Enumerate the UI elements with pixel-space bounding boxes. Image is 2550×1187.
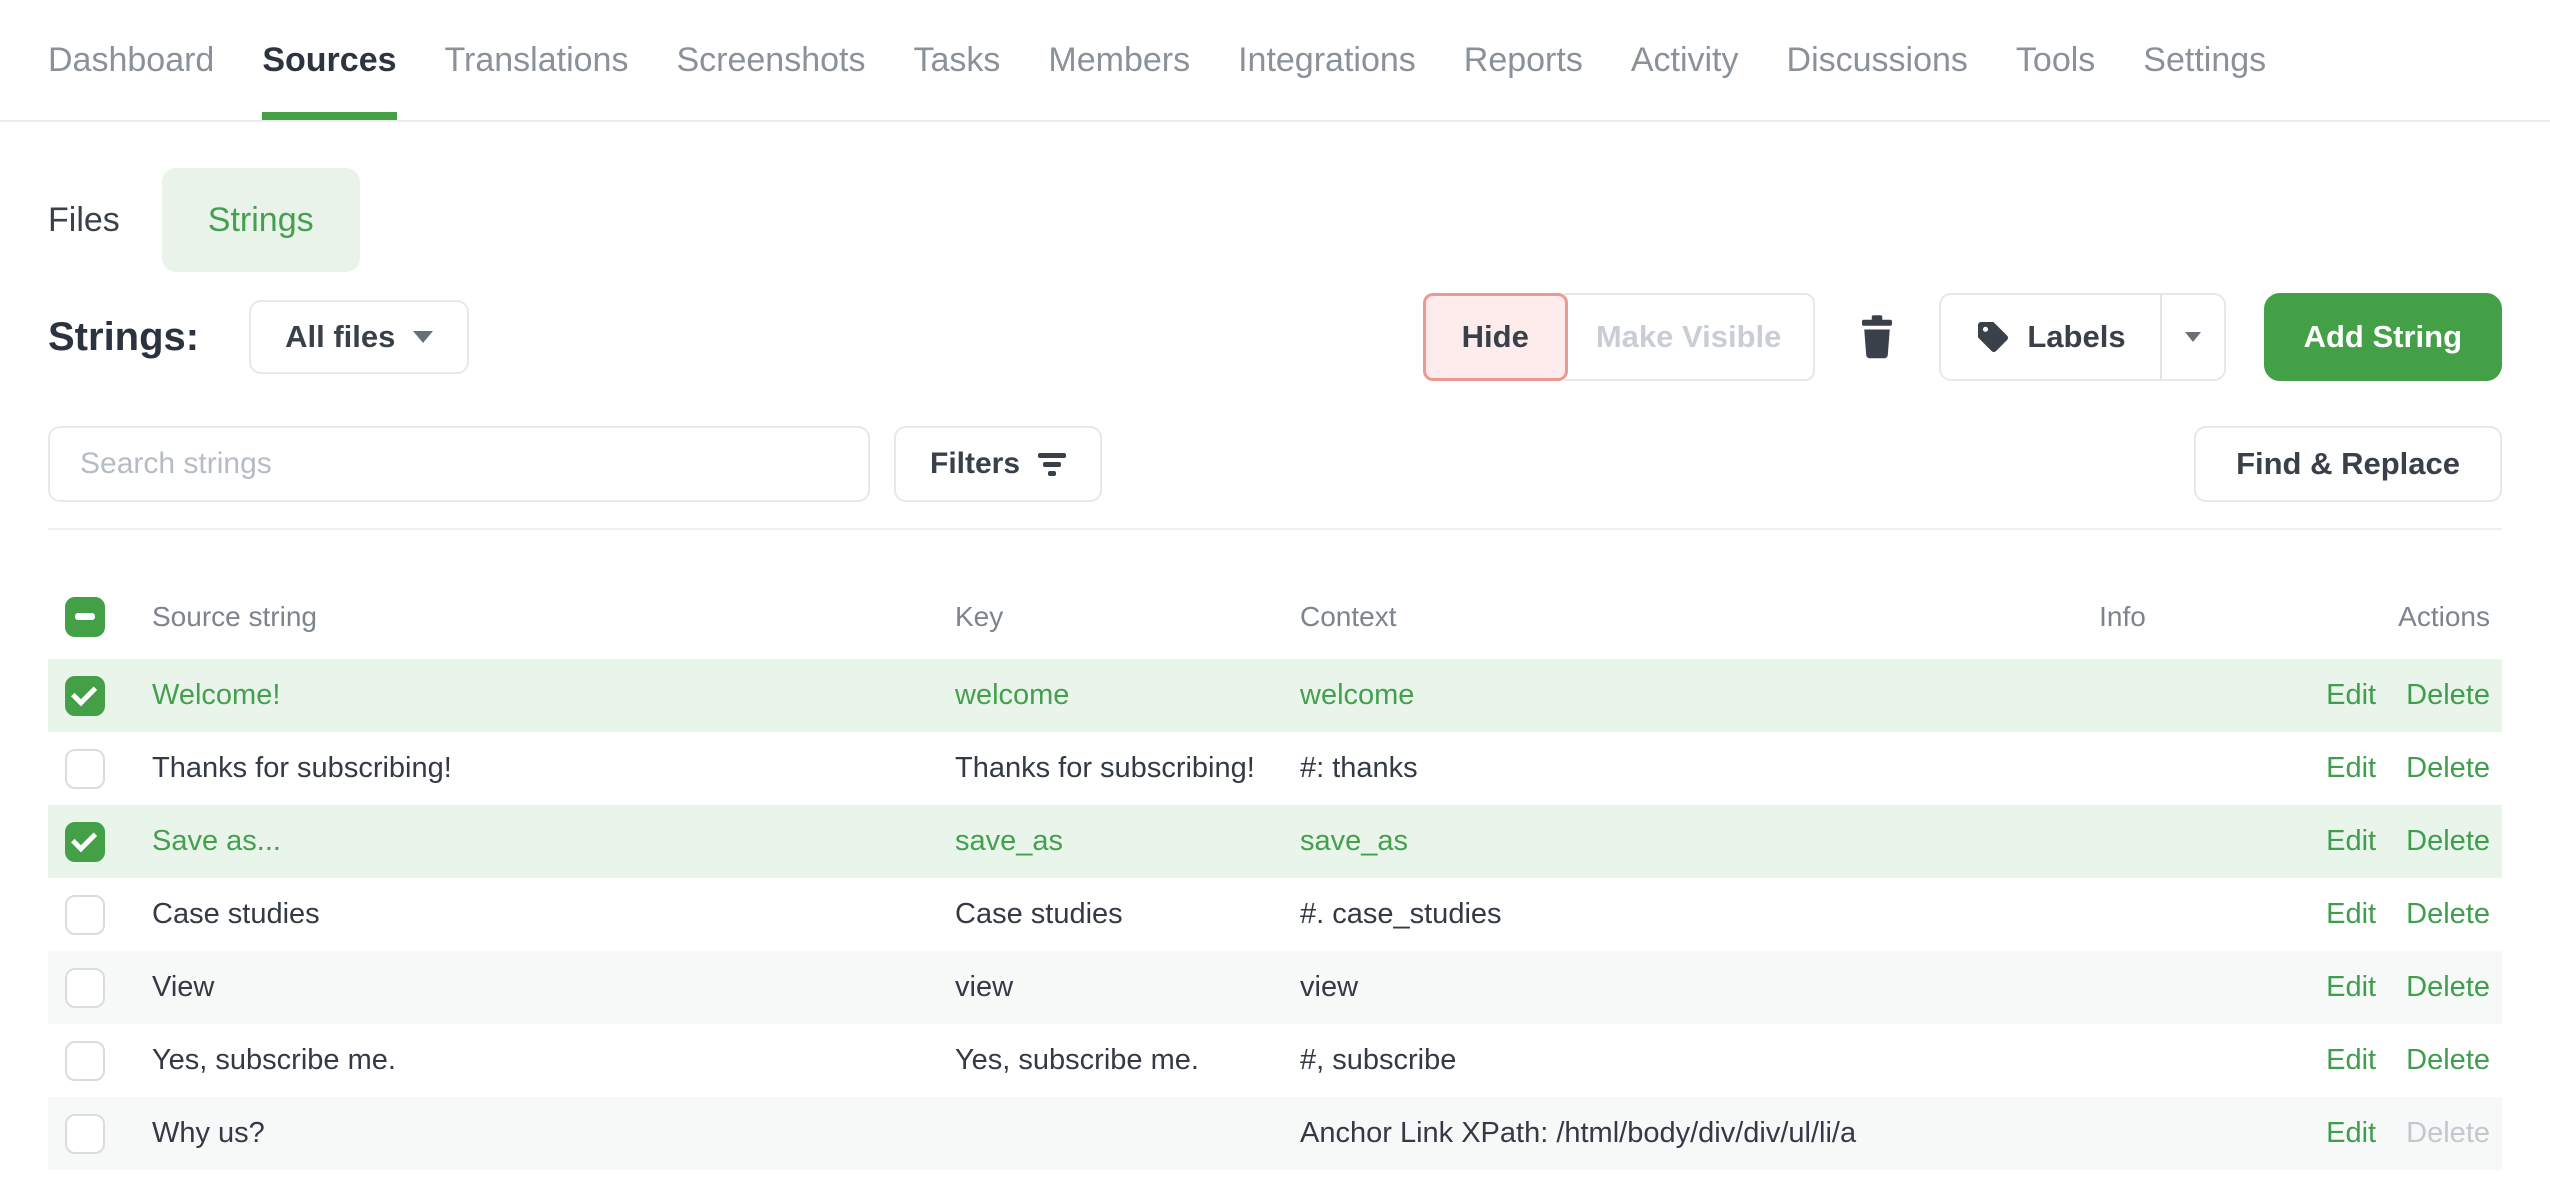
source-string-cell: Yes, subscribe me. <box>105 1044 955 1077</box>
delete-selected-button[interactable] <box>1853 314 1901 360</box>
labels-button[interactable]: Labels <box>1941 295 2159 379</box>
row-checkbox[interactable] <box>65 676 105 716</box>
header-info: Info <box>2000 601 2245 633</box>
nav-item-sources[interactable]: Sources <box>262 40 396 120</box>
source-string-cell: Thanks for subscribing! <box>105 752 955 785</box>
context-cell: welcome <box>1300 679 2000 712</box>
filters-button[interactable]: Filters <box>894 426 1102 502</box>
toolbar-actions: Hide Make Visible Labels Add String <box>1423 293 2502 381</box>
select-all-checkbox[interactable] <box>65 597 105 637</box>
source-view-tabs: Files Strings <box>48 168 2502 272</box>
tag-icon <box>1975 319 2011 355</box>
source-string-cell: Save as... <box>105 825 955 858</box>
table-row: Yes, subscribe me. Yes, subscribe me. #,… <box>48 1024 2502 1097</box>
delete-link[interactable]: Delete <box>2406 898 2490 930</box>
key-cell: Yes, subscribe me. <box>955 1044 1300 1077</box>
strings-table: Source string Key Context Info Actions W… <box>48 574 2502 1170</box>
key-cell: save_as <box>955 825 1300 858</box>
edit-link[interactable]: Edit <box>2326 1044 2376 1076</box>
header-context: Context <box>1300 601 2000 633</box>
delete-link: Delete <box>2406 1117 2490 1149</box>
delete-link[interactable]: Delete <box>2406 1044 2490 1076</box>
table-body: Welcome! welcome welcome Edit Delete Tha… <box>48 659 2502 1170</box>
delete-link[interactable]: Delete <box>2406 679 2490 711</box>
nav-item-tools[interactable]: Tools <box>2016 40 2095 120</box>
table-row: Welcome! welcome welcome Edit Delete <box>48 659 2502 732</box>
row-checkbox[interactable] <box>65 822 105 862</box>
edit-link[interactable]: Edit <box>2326 1117 2376 1149</box>
header-actions: Actions <box>2245 601 2502 633</box>
source-string-cell: View <box>105 971 955 1004</box>
filters-button-label: Filters <box>930 447 1020 481</box>
table-row: Case studies Case studies #. case_studie… <box>48 878 2502 951</box>
search-row: Filters Find & Replace <box>48 426 2502 502</box>
edit-link[interactable]: Edit <box>2326 898 2376 930</box>
delete-link[interactable]: Delete <box>2406 752 2490 784</box>
context-cell: Anchor Link XPath: /html/body/div/div/ul… <box>1300 1117 2000 1150</box>
table-row: Thanks for subscribing! Thanks for subsc… <box>48 732 2502 805</box>
nav-item-members[interactable]: Members <box>1048 40 1190 120</box>
table-header: Source string Key Context Info Actions <box>48 574 2502 659</box>
make-visible-button[interactable]: Make Visible <box>1564 293 1816 381</box>
chevron-down-icon <box>2185 332 2201 342</box>
source-string-cell: Welcome! <box>105 679 955 712</box>
nav-item-screenshots[interactable]: Screenshots <box>676 40 865 120</box>
labels-dropdown-button[interactable] <box>2160 295 2224 379</box>
visibility-button-group: Hide Make Visible <box>1423 293 1816 381</box>
source-string-cell: Why us? <box>105 1117 955 1150</box>
search-input[interactable] <box>48 426 870 502</box>
table-row: View view view Edit Delete <box>48 951 2502 1024</box>
context-cell: save_as <box>1300 825 2000 858</box>
page-title: Strings: <box>48 315 199 360</box>
nav-item-reports[interactable]: Reports <box>1464 40 1583 120</box>
row-checkbox[interactable] <box>65 1041 105 1081</box>
nav-item-discussions[interactable]: Discussions <box>1787 40 1968 120</box>
nav-item-translations[interactable]: Translations <box>445 40 629 120</box>
filter-icon <box>1038 449 1066 480</box>
edit-link[interactable]: Edit <box>2326 752 2376 784</box>
file-filter-value: All files <box>285 319 395 355</box>
row-checkbox[interactable] <box>65 895 105 935</box>
edit-link[interactable]: Edit <box>2326 679 2376 711</box>
row-checkbox[interactable] <box>65 1114 105 1154</box>
chevron-down-icon <box>413 331 433 343</box>
key-cell: Thanks for subscribing! <box>955 752 1300 785</box>
edit-link[interactable]: Edit <box>2326 971 2376 1003</box>
header-key: Key <box>955 601 1300 633</box>
delete-link[interactable]: Delete <box>2406 825 2490 857</box>
table-row: Why us? Anchor Link XPath: /html/body/di… <box>48 1097 2502 1170</box>
labels-button-label: Labels <box>2027 319 2125 355</box>
top-navigation: Dashboard Sources Translations Screenshots T… <box>0 0 2550 122</box>
nav-item-tasks[interactable]: Tasks <box>913 40 1000 120</box>
context-cell: #: thanks <box>1300 752 2000 785</box>
edit-link[interactable]: Edit <box>2326 825 2376 857</box>
file-filter-dropdown[interactable]: All files <box>249 300 469 374</box>
nav-item-activity[interactable]: Activity <box>1631 40 1739 120</box>
context-cell: #. case_studies <box>1300 898 2000 931</box>
add-string-button[interactable]: Add String <box>2264 293 2502 381</box>
strings-toolbar: Strings: All files Hide Make Visible Lab… <box>48 292 2502 382</box>
context-cell: view <box>1300 971 2000 1004</box>
labels-button-group: Labels <box>1939 293 2225 381</box>
header-source-string: Source string <box>105 601 955 633</box>
nav-item-settings[interactable]: Settings <box>2143 40 2266 120</box>
trash-icon <box>1859 314 1895 360</box>
source-string-cell: Case studies <box>105 898 955 931</box>
find-replace-button[interactable]: Find & Replace <box>2194 426 2502 502</box>
row-checkbox[interactable] <box>65 749 105 789</box>
key-cell: Case studies <box>955 898 1300 931</box>
hide-button[interactable]: Hide <box>1423 293 1568 381</box>
context-cell: #, subscribe <box>1300 1044 2000 1077</box>
key-cell: welcome <box>955 679 1300 712</box>
section-divider <box>48 528 2502 530</box>
nav-item-integrations[interactable]: Integrations <box>1238 40 1416 120</box>
table-row: Save as... save_as save_as Edit Delete <box>48 805 2502 878</box>
tab-strings[interactable]: Strings <box>162 168 360 272</box>
key-cell: view <box>955 971 1300 1004</box>
delete-link[interactable]: Delete <box>2406 971 2490 1003</box>
row-checkbox[interactable] <box>65 968 105 1008</box>
nav-item-dashboard[interactable]: Dashboard <box>48 40 214 120</box>
tab-files[interactable]: Files <box>48 168 120 272</box>
